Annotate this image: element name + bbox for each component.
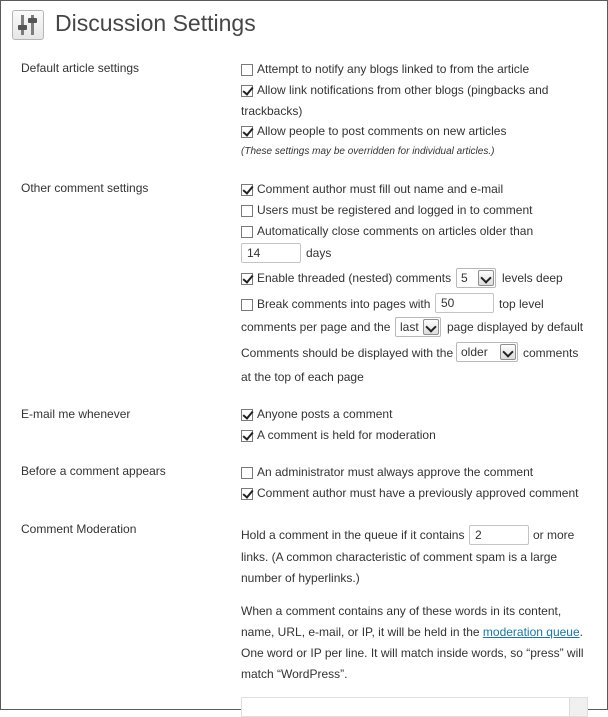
require-name-email-option[interactable]: Comment author must fill out name and e-… — [241, 180, 503, 198]
comment-order-suffix: comments — [523, 346, 579, 360]
threaded-checkbox[interactable] — [241, 273, 253, 285]
notify-blogs-checkbox[interactable] — [241, 64, 253, 76]
page-title: Discussion Settings — [55, 10, 256, 36]
hold-prefix: Hold a comment in the queue if it contai… — [241, 528, 465, 542]
other-comment-settings-label: Other comment settings — [21, 181, 149, 195]
moderation-keys-textarea[interactable] — [241, 697, 588, 717]
require-name-email-label: Comment author must fill out name and e-… — [257, 182, 504, 196]
auto-close-days-suffix: days — [306, 246, 332, 260]
thread-depth-select[interactable]: 5 — [456, 268, 496, 288]
email-me-label: E-mail me whenever — [21, 407, 131, 421]
settings-sliders-icon — [12, 10, 44, 40]
comment-order-value: older — [461, 345, 488, 359]
hold-line3: number of hyperlinks.) — [241, 571, 360, 585]
chevron-down-icon — [478, 270, 494, 286]
hold-line2: links. (A common characteristic of comme… — [241, 550, 558, 564]
hold-suffix: or more — [533, 528, 575, 542]
allow-comments-option[interactable]: Allow people to post comments on new art… — [241, 122, 506, 140]
paging-line2-prefix: comments per page and the — [241, 320, 391, 334]
paging-option[interactable]: Break comments into pages with — [241, 295, 430, 313]
moderation-queue-link[interactable]: moderation queue — [483, 625, 580, 639]
previously-approved-option[interactable]: Comment author must have a previously ap… — [241, 484, 579, 502]
held-moderation-label: A comment is held for moderation — [257, 428, 436, 442]
words-line2: name, URL, e-mail, or IP, it will be hel… — [241, 623, 583, 641]
override-note: (These settings may be overridden for in… — [241, 146, 495, 157]
allow-pingbacks-checkbox[interactable] — [241, 85, 253, 97]
textarea-scrollbar[interactable] — [569, 698, 587, 716]
notify-blogs-option[interactable]: Attempt to notify any blogs linked to fr… — [241, 60, 529, 78]
words-line4: match “WordPress”. — [241, 667, 348, 681]
allow-comments-label: Allow people to post comments on new art… — [257, 124, 507, 138]
allow-pingbacks-label: Allow link notifications from other blog… — [257, 83, 549, 97]
held-moderation-option[interactable]: A comment is held for moderation — [241, 426, 436, 444]
default-article-settings-label: Default article settings — [21, 61, 140, 75]
words-line3: One word or IP per line. It will match i… — [241, 646, 584, 660]
allow-pingbacks-option[interactable]: Allow link notifications from other blog… — [241, 81, 548, 99]
paging-suffix: top level — [499, 297, 544, 311]
admin-approve-checkbox[interactable] — [241, 467, 253, 479]
words-line2-suffix: . — [579, 625, 583, 639]
comment-order-prefix: Comments should be displayed with the — [241, 346, 454, 360]
admin-approve-label: An administrator must always approve the… — [257, 465, 534, 479]
words-line2-prefix: name, URL, e-mail, or IP, it will be hel… — [241, 625, 480, 639]
auto-close-label: Automatically close comments on articles… — [257, 224, 534, 238]
thread-depth-suffix: levels deep — [502, 271, 563, 285]
auto-close-days-input[interactable]: 14 — [241, 243, 301, 263]
anyone-posts-label: Anyone posts a comment — [257, 407, 393, 421]
held-moderation-checkbox[interactable] — [241, 430, 253, 442]
comment-moderation-label: Comment Moderation — [21, 522, 137, 536]
previously-approved-label: Comment author must have a previously ap… — [257, 486, 579, 500]
before-appears-label: Before a comment appears — [21, 464, 166, 478]
auto-close-checkbox[interactable] — [241, 226, 253, 238]
default-page-select[interactable]: last — [395, 317, 441, 337]
thread-depth-value: 5 — [461, 271, 468, 285]
auto-close-option[interactable]: Automatically close comments on articles… — [241, 222, 533, 240]
registered-only-checkbox[interactable] — [241, 205, 253, 217]
threaded-label: Enable threaded (nested) comments — [257, 271, 452, 285]
anyone-posts-checkbox[interactable] — [241, 409, 253, 421]
words-line1: When a comment contains any of these wor… — [241, 604, 562, 618]
paging-line2-suffix: page displayed by default — [447, 320, 584, 334]
previously-approved-checkbox[interactable] — [241, 488, 253, 500]
require-name-email-checkbox[interactable] — [241, 184, 253, 196]
comments-per-page-input[interactable]: 50 — [435, 293, 494, 313]
comment-order-select[interactable]: older — [456, 342, 518, 362]
paging-label: Break comments into pages with — [257, 297, 431, 311]
threaded-option[interactable]: Enable threaded (nested) comments — [241, 269, 451, 287]
paging-checkbox[interactable] — [241, 299, 253, 311]
admin-approve-option[interactable]: An administrator must always approve the… — [241, 463, 533, 481]
comment-order-line2: at the top of each page — [241, 370, 364, 384]
notify-blogs-label: Attempt to notify any blogs linked to fr… — [257, 62, 530, 76]
anyone-posts-option[interactable]: Anyone posts a comment — [241, 405, 392, 423]
registered-only-label: Users must be registered and logged in t… — [257, 203, 533, 217]
allow-pingbacks-label-line2: trackbacks) — [241, 104, 303, 118]
chevron-down-icon — [500, 344, 516, 360]
registered-only-option[interactable]: Users must be registered and logged in t… — [241, 201, 532, 219]
default-page-value: last — [400, 320, 419, 334]
chevron-down-icon — [423, 319, 439, 335]
hold-links-input[interactable]: 2 — [469, 525, 529, 545]
allow-comments-checkbox[interactable] — [241, 126, 253, 138]
